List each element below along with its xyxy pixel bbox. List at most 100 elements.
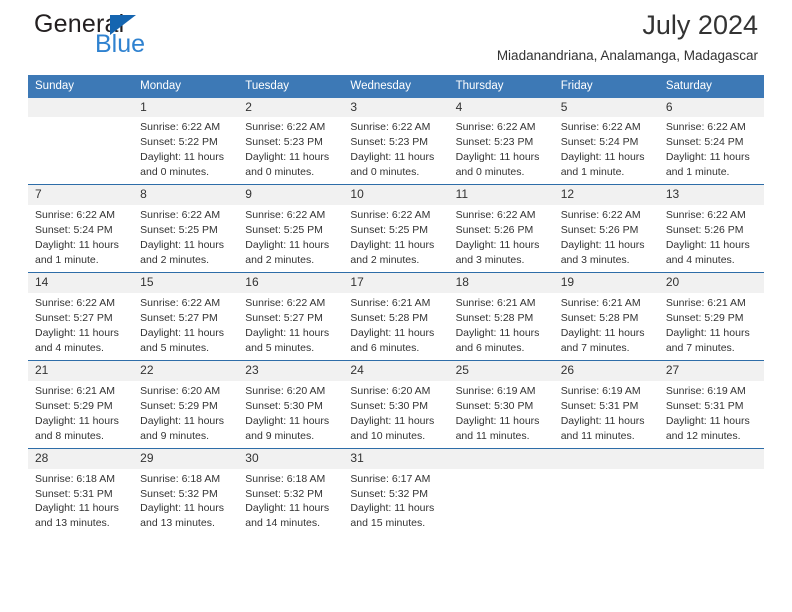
day-cell[interactable]: Sunrise: 6:22 AM Sunset: 5:23 PM Daylight:… xyxy=(343,117,449,185)
day-number[interactable]: 15 xyxy=(133,273,239,294)
day-cell[interactable]: Sunrise: 6:22 AM Sunset: 5:25 PM Daylight:… xyxy=(343,205,449,273)
day-number[interactable]: 13 xyxy=(658,185,764,206)
day-number[interactable]: 9 xyxy=(238,185,344,206)
sunrise-text: Sunrise: 6:18 AM xyxy=(35,472,115,485)
day-cell[interactable]: Sunrise: 6:22 AM Sunset: 5:24 PM Daylight:… xyxy=(553,117,659,185)
day-cell[interactable]: Sunrise: 6:22 AM Sunset: 5:26 PM Daylight:… xyxy=(658,205,764,273)
day-number[interactable]: 3 xyxy=(343,97,449,118)
daylight-text-line2: and 6 minutes. xyxy=(455,341,525,354)
daylight-text-line2: and 1 minute. xyxy=(560,166,625,179)
daylight-text-line2: and 4 minutes. xyxy=(35,341,104,354)
day-number[interactable]: 8 xyxy=(133,185,239,206)
day-number[interactable]: 24 xyxy=(343,361,449,381)
day-number[interactable]: 6 xyxy=(658,97,764,118)
daylight-text-line2: and 7 minutes. xyxy=(665,341,735,354)
day-number[interactable]: 5 xyxy=(553,97,659,118)
day-cell[interactable]: Sunrise: 6:22 AM Sunset: 5:27 PM Daylight:… xyxy=(238,293,344,361)
day-number[interactable]: 21 xyxy=(28,361,134,381)
sunset-text: Sunset: 5:28 PM xyxy=(350,311,429,324)
day-number-empty xyxy=(448,448,554,469)
day-cell[interactable]: Sunrise: 6:22 AM Sunset: 5:23 PM Daylight:… xyxy=(238,117,344,185)
general-blue-logo[interactable]: General Blue xyxy=(34,12,264,70)
day-number[interactable]: 2 xyxy=(238,97,344,118)
day-cell[interactable]: Sunrise: 6:22 AM Sunset: 5:24 PM Daylight:… xyxy=(658,117,764,185)
day-number[interactable]: 30 xyxy=(238,448,344,469)
daylight-text-line1: Daylight: 11 hours xyxy=(140,414,224,427)
day-cell[interactable]: Sunrise: 6:19 AM Sunset: 5:30 PM Daylight:… xyxy=(448,380,554,448)
day-number[interactable]: 29 xyxy=(133,448,239,469)
day-number[interactable]: 28 xyxy=(28,448,134,469)
day-cell[interactable]: Sunrise: 6:22 AM Sunset: 5:26 PM Daylight:… xyxy=(448,205,554,273)
daylight-text-line1: Daylight: 11 hours xyxy=(665,239,750,252)
day-number[interactable]: 18 xyxy=(448,273,554,294)
sunrise-text: Sunrise: 6:22 AM xyxy=(140,121,221,134)
day-number[interactable]: 4 xyxy=(448,97,554,118)
day-number[interactable]: 12 xyxy=(553,185,659,206)
day-number[interactable]: 19 xyxy=(553,273,659,294)
calendar-page: General Blue July 2024 Miadanandriana, A… xyxy=(0,0,792,612)
day-cell[interactable]: Sunrise: 6:18 AM Sunset: 5:32 PM Daylight:… xyxy=(133,468,239,536)
weekday-header-wednesday: Wednesday xyxy=(343,75,449,98)
day-cell[interactable]: Sunrise: 6:20 AM Sunset: 5:30 PM Daylight:… xyxy=(343,380,449,448)
day-cell-empty xyxy=(658,468,764,536)
daylight-text-line2: and 15 minutes. xyxy=(350,517,426,530)
day-cell[interactable]: Sunrise: 6:21 AM Sunset: 5:29 PM Daylight:… xyxy=(28,380,134,448)
day-cell[interactable]: Sunrise: 6:19 AM Sunset: 5:31 PM Daylight:… xyxy=(553,380,659,448)
daylight-text-line1: Daylight: 11 hours xyxy=(455,151,540,164)
weekday-header-tuesday: Tuesday xyxy=(238,75,344,98)
day-number[interactable]: 20 xyxy=(658,273,764,294)
sunset-text: Sunset: 5:25 PM xyxy=(245,224,323,237)
day-cell[interactable]: Sunrise: 6:21 AM Sunset: 5:28 PM Daylight:… xyxy=(448,293,554,361)
sunrise-text: Sunrise: 6:19 AM xyxy=(455,384,536,397)
page-header: General Blue July 2024 Miadanandriana, A… xyxy=(28,0,764,75)
sunrise-text: Sunrise: 6:22 AM xyxy=(350,209,431,222)
day-cell[interactable]: Sunrise: 6:18 AM Sunset: 5:32 PM Daylight:… xyxy=(238,468,344,536)
sunset-text: Sunset: 5:32 PM xyxy=(245,487,323,500)
day-cell[interactable]: Sunrise: 6:22 AM Sunset: 5:25 PM Daylight:… xyxy=(133,205,239,273)
daylight-text-line1: Daylight: 11 hours xyxy=(245,414,330,427)
day-cell[interactable]: Sunrise: 6:18 AM Sunset: 5:31 PM Daylight:… xyxy=(28,468,134,536)
day-cell[interactable]: Sunrise: 6:22 AM Sunset: 5:23 PM Daylight:… xyxy=(448,117,554,185)
sunset-text: Sunset: 5:24 PM xyxy=(560,136,639,149)
day-number[interactable]: 7 xyxy=(28,185,134,206)
day-detail-row: Sunrise: 6:22 AM Sunset: 5:24 PM Daylight:… xyxy=(28,205,764,273)
weekday-header-saturday: Saturday xyxy=(658,75,764,98)
day-cell[interactable]: Sunrise: 6:22 AM Sunset: 5:27 PM Daylight:… xyxy=(133,293,239,361)
day-cell[interactable]: Sunrise: 6:22 AM Sunset: 5:25 PM Daylight:… xyxy=(238,205,344,273)
weekday-header-monday: Monday xyxy=(133,75,239,98)
sunrise-text: Sunrise: 6:22 AM xyxy=(140,297,221,310)
day-number[interactable]: 31 xyxy=(343,448,449,469)
day-cell[interactable]: Sunrise: 6:17 AM Sunset: 5:32 PM Daylight:… xyxy=(343,468,449,536)
day-number[interactable]: 17 xyxy=(343,273,449,294)
day-cell[interactable]: Sunrise: 6:22 AM Sunset: 5:26 PM Daylight:… xyxy=(553,205,659,273)
daylight-text-line2: and 0 minutes. xyxy=(455,166,525,179)
sunrise-text: Sunrise: 6:21 AM xyxy=(455,297,536,310)
daylight-text-line2: and 14 minutes. xyxy=(245,517,320,530)
day-cell[interactable]: Sunrise: 6:22 AM Sunset: 5:22 PM Daylight:… xyxy=(133,117,239,185)
day-cell[interactable]: Sunrise: 6:20 AM Sunset: 5:29 PM Daylight:… xyxy=(133,380,239,448)
day-cell[interactable]: Sunrise: 6:19 AM Sunset: 5:31 PM Daylight:… xyxy=(658,380,764,448)
day-cell[interactable]: Sunrise: 6:20 AM Sunset: 5:30 PM Daylight:… xyxy=(238,380,344,448)
day-number[interactable]: 14 xyxy=(28,273,134,294)
daylight-text-line1: Daylight: 11 hours xyxy=(140,151,224,164)
day-number[interactable]: 27 xyxy=(658,361,764,381)
sunrise-text: Sunrise: 6:22 AM xyxy=(560,209,641,222)
day-number[interactable]: 1 xyxy=(133,97,239,118)
day-number[interactable]: 23 xyxy=(238,361,344,381)
day-number[interactable]: 25 xyxy=(448,361,554,381)
day-number[interactable]: 11 xyxy=(448,185,554,206)
day-number[interactable]: 16 xyxy=(238,273,344,294)
day-number-row: 21 22 23 24 25 26 27 xyxy=(28,361,764,381)
day-cell[interactable]: Sunrise: 6:21 AM Sunset: 5:29 PM Daylight:… xyxy=(658,293,764,361)
day-cell[interactable]: Sunrise: 6:21 AM Sunset: 5:28 PM Daylight:… xyxy=(343,293,449,361)
day-cell[interactable]: Sunrise: 6:21 AM Sunset: 5:28 PM Daylight:… xyxy=(553,293,659,361)
day-number[interactable]: 10 xyxy=(343,185,449,206)
day-number[interactable]: 22 xyxy=(133,361,239,381)
day-number[interactable]: 26 xyxy=(553,361,659,381)
sunrise-text: Sunrise: 6:21 AM xyxy=(35,384,115,397)
daylight-text-line1: Daylight: 11 hours xyxy=(455,239,540,252)
sunrise-text: Sunrise: 6:22 AM xyxy=(665,121,746,134)
day-cell[interactable]: Sunrise: 6:22 AM Sunset: 5:24 PM Daylight:… xyxy=(28,205,134,273)
day-cell[interactable]: Sunrise: 6:22 AM Sunset: 5:27 PM Daylight:… xyxy=(28,293,134,361)
sunset-text: Sunset: 5:24 PM xyxy=(665,136,744,149)
